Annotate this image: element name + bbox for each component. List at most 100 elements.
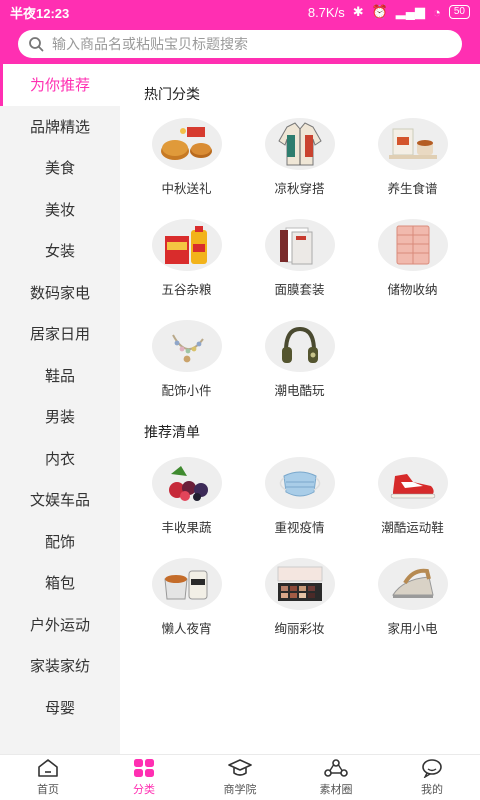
tab-academy[interactable]: 商学院 (192, 755, 288, 800)
category-tile[interactable]: 配饰小件 (130, 320, 243, 399)
status-time: 半夜12:23 (10, 5, 70, 21)
sidebar-item-label: 美妆 (44, 200, 75, 219)
tab-material[interactable]: 素材圈 (288, 755, 384, 800)
category-tile[interactable]: 丰收果蔬 (130, 457, 243, 536)
category-tile[interactable]: 储物收纳 (356, 219, 469, 298)
network-speed: 8.7K/s (307, 4, 345, 20)
sidebar-item-label: 母婴 (44, 698, 75, 717)
category-tile[interactable]: 五谷杂粮 (130, 219, 243, 298)
category-label: 养生食谱 (387, 181, 438, 196)
category-label: 中秋送礼 (161, 181, 212, 196)
sidebar-item-recommend[interactable]: 为你推荐 (0, 64, 120, 106)
category-label: 储物收纳 (387, 282, 438, 297)
category-tile[interactable]: 潮酷运动鞋 (356, 457, 469, 536)
bottom-tab-bar: 首页 分类 商学院 素材圈 我的 (0, 754, 480, 800)
face-mask-box-icon (264, 219, 335, 271)
category-label: 潮电酷玩 (274, 383, 325, 398)
category-label: 绚丽彩妆 (274, 621, 325, 636)
sidebar-item-label: 文娱车品 (29, 491, 90, 510)
sidebar-item-entertainment[interactable]: 文娱车品 (0, 479, 120, 521)
sidebar-item-women[interactable]: 女装 (0, 230, 120, 272)
category-label: 五谷杂粮 (161, 282, 212, 297)
search-input[interactable]: 输入商品名或粘贴宝贝标题搜索 (18, 30, 462, 58)
graduation-cap-icon (228, 759, 252, 776)
sidebar-item-makeup[interactable]: 美妆 (0, 189, 120, 231)
profile-chat-icon (422, 759, 442, 778)
category-tile[interactable]: 面膜套装 (243, 219, 356, 298)
tab-profile[interactable]: 我的 (384, 755, 480, 800)
category-sidebar: 为你推荐 品牌精选 美食 美妆 女装 数码家电 居家日用 鞋品 男装 内衣 文娱… (0, 64, 120, 754)
category-tile[interactable]: 养生食谱 (356, 118, 469, 197)
sidebar-item-brand[interactable]: 品牌精选 (0, 106, 120, 148)
sidebar-item-label: 户外运动 (29, 615, 90, 634)
section-title-hot: 热门分类 (144, 87, 200, 103)
category-content: 热门分类 中秋送礼 凉秋穿搭 养生食谱 五谷杂粮 面膜套装 储物收纳 配饰小件 … (120, 64, 480, 754)
home-icon (38, 759, 58, 777)
category-tile[interactable]: 懒人夜宵 (130, 558, 243, 637)
status-icons: 8.7K/s ✱ ⏰ ▂▄▆ ◔ 50 (308, 4, 470, 20)
sidebar-item-food[interactable]: 美食 (0, 147, 120, 189)
category-tile[interactable]: 中秋送礼 (130, 118, 243, 197)
sidebar-item-shoes[interactable]: 鞋品 (0, 355, 120, 397)
sidebar-item-label: 家装家纺 (29, 657, 90, 676)
snack-bowl-icon (151, 558, 222, 610)
sidebar-item-accessories[interactable]: 配饰 (0, 521, 120, 563)
sidebar-item-baby[interactable]: 母婴 (0, 687, 120, 729)
wifi-icon: ◔ (433, 4, 441, 20)
category-tile[interactable]: 重视疫情 (243, 457, 356, 536)
sidebar-item-label: 鞋品 (44, 366, 75, 385)
fruits-icon (151, 457, 222, 509)
recommend-list-grid: 丰收果蔬 重视疫情 潮酷运动鞋 懒人夜宵 绚丽彩妆 家用小电 (130, 457, 470, 637)
sidebar-item-label: 男装 (44, 408, 75, 427)
category-tile[interactable]: 家用小电 (356, 558, 469, 637)
sidebar-item-home[interactable]: 居家日用 (0, 313, 120, 355)
headphones-icon (264, 320, 335, 372)
category-tile[interactable]: 凉秋穿搭 (243, 118, 356, 197)
sidebar-item-label: 女装 (44, 242, 75, 261)
storage-drawers-icon (377, 219, 448, 271)
header: 输入商品名或粘贴宝贝标题搜索 (0, 24, 480, 64)
category-label: 面膜套装 (274, 282, 325, 297)
sidebar-item-label: 品牌精选 (29, 117, 90, 136)
sidebar-item-men[interactable]: 男装 (0, 396, 120, 438)
material-circle-icon (324, 759, 348, 777)
sidebar-item-label: 数码家电 (29, 283, 90, 302)
sidebar-item-furnishing[interactable]: 家装家纺 (0, 645, 120, 687)
bracelet-icon (151, 320, 222, 372)
sidebar-item-label: 为你推荐 (29, 76, 90, 95)
surgical-mask-icon (264, 457, 335, 509)
tab-label: 分类 (133, 783, 155, 796)
tab-label: 我的 (421, 783, 443, 796)
sidebar-item-outdoor[interactable]: 户外运动 (0, 604, 120, 646)
tab-label: 首页 (37, 783, 59, 796)
jacket-icon (264, 118, 335, 170)
section-title-recommend: 推荐清单 (144, 425, 200, 441)
category-tile[interactable]: 潮电酷玩 (243, 320, 356, 399)
tab-home[interactable]: 首页 (0, 755, 96, 800)
tab-category[interactable]: 分类 (96, 755, 192, 800)
bluetooth-icon: ✱ (352, 4, 364, 19)
category-tile[interactable]: 绚丽彩妆 (243, 558, 356, 637)
eyeshadow-palette-icon (264, 558, 335, 610)
sidebar-item-label: 箱包 (44, 574, 75, 593)
mooncake-icon (151, 118, 222, 170)
battery-level: 50 (448, 5, 470, 19)
category-label: 凉秋穿搭 (274, 181, 325, 196)
category-label: 家用小电 (387, 621, 438, 636)
sneaker-icon (377, 457, 448, 509)
sidebar-item-underwear[interactable]: 内衣 (0, 438, 120, 480)
sidebar-item-label: 居家日用 (29, 325, 90, 344)
category-grid-icon (134, 759, 154, 777)
tab-label: 素材圈 (319, 783, 353, 796)
category-label: 潮酷运动鞋 (381, 520, 444, 535)
sidebar-item-bags[interactable]: 箱包 (0, 562, 120, 604)
category-label: 配饰小件 (161, 383, 212, 398)
hot-category-grid: 中秋送礼 凉秋穿搭 养生食谱 五谷杂粮 面膜套装 储物收纳 配饰小件 潮电酷玩 (130, 118, 470, 399)
sidebar-item-label: 内衣 (44, 449, 75, 468)
tab-label: 商学院 (223, 783, 257, 796)
category-label: 重视疫情 (274, 520, 325, 535)
status-bar: 半夜12:23 8.7K/s ✱ ⏰ ▂▄▆ ◔ 50 (0, 0, 480, 24)
steam-iron-icon (377, 558, 448, 610)
sidebar-item-digital[interactable]: 数码家电 (0, 272, 120, 314)
tea-set-icon (377, 118, 448, 170)
